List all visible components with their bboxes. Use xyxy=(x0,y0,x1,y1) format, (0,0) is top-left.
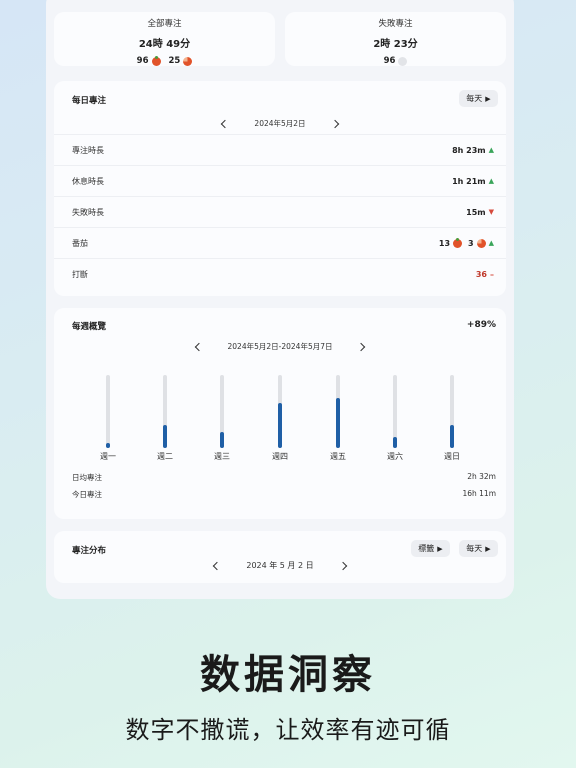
weekday-label: 週六 xyxy=(387,452,403,461)
daily-average-row: 日均專注 2h 32m xyxy=(72,472,496,483)
bar-fill xyxy=(220,432,224,448)
weekday-label: 週二 xyxy=(157,452,173,461)
failed-duration-value: 15m xyxy=(466,207,486,217)
tomato-icon xyxy=(151,55,161,66)
row-label: 專注時長 xyxy=(72,145,104,155)
interruptions-value: 36 xyxy=(475,269,487,279)
failed-focus-card: 失敗專注 2時 23分 96 xyxy=(285,12,506,66)
weekday-label: 週一 xyxy=(100,452,116,461)
promo-headline: 数据洞察 xyxy=(200,652,376,698)
today-focus-row: 今日專注 16h 11m xyxy=(72,489,496,500)
daily-period-button[interactable]: 每天 ▶ xyxy=(459,90,498,107)
partial-tomato-icon xyxy=(476,238,486,248)
weekday-label: 週四 xyxy=(272,452,288,461)
row-value: 13 3 ▲ xyxy=(438,237,494,248)
daily-average-value: 2h 32m xyxy=(467,472,496,481)
chevron-right-icon[interactable] xyxy=(357,342,366,351)
today-focus-label: 今日專注 xyxy=(72,490,102,499)
weekday-label: 週五 xyxy=(330,452,346,461)
bar-fill xyxy=(336,398,340,448)
failed-focus-counts: 96 xyxy=(285,56,506,66)
bar-fill xyxy=(450,425,454,448)
daily-date-nav: 2024年5月2日 xyxy=(54,118,506,129)
trend-up-icon: ▲ xyxy=(488,239,494,247)
failed-focus-title: 失敗專注 xyxy=(378,19,413,29)
row-failed-duration: 失敗時長 15m ▼ xyxy=(54,196,506,227)
bar-track xyxy=(393,375,397,448)
bar-fill xyxy=(163,425,167,448)
bar-track xyxy=(163,375,167,448)
row-tomatoes: 番茄 13 3 ▲ xyxy=(54,227,506,258)
bar-track xyxy=(220,375,224,448)
row-label: 失敗時長 xyxy=(72,207,104,217)
all-focus-counts: 96 25 xyxy=(54,55,275,66)
row-label: 打斷 xyxy=(72,269,88,279)
bar-track xyxy=(106,375,110,448)
weekly-date-range: 2024年5月2日-2024年5月7日 xyxy=(227,342,333,351)
all-focus-title: 全部專注 xyxy=(147,19,182,29)
focus-duration-value: 8h 23m xyxy=(452,145,486,155)
failed-focus-duration: 2時 23分 xyxy=(373,39,418,50)
all-focus-card: 全部專注 24時 49分 96 25 xyxy=(54,12,275,66)
daily-average-label: 日均專注 xyxy=(72,473,102,482)
tag-filter-button[interactable]: 標籤 ▶ xyxy=(411,540,450,557)
distribution-period-button[interactable]: 每天 ▶ xyxy=(459,540,498,557)
full-tomato-count: 96 xyxy=(136,56,149,66)
weekly-date-nav: 2024年5月2日-2024年5月7日 xyxy=(54,341,506,352)
full-tomato-value: 13 xyxy=(438,238,451,248)
row-label: 番茄 xyxy=(72,238,88,248)
chevron-right-icon[interactable] xyxy=(338,561,347,570)
tomato-icon xyxy=(453,237,463,248)
distribution-date: 2024 年 5 月 2 日 xyxy=(246,561,314,570)
stats-panel: 全部專注 24時 49分 96 25 失敗專注 2時 23分 96 每日專注 每… xyxy=(46,0,514,599)
daily-focus-title: 每日專注 xyxy=(72,96,107,106)
row-value: 1h 21m ▲ xyxy=(452,177,494,186)
focus-distribution-title: 專注分布 xyxy=(72,546,107,556)
chevron-left-icon[interactable] xyxy=(213,561,222,570)
bar-fill xyxy=(106,443,110,448)
partial-tomato-value: 3 xyxy=(468,238,474,248)
row-value: 15m ▼ xyxy=(466,208,494,217)
daily-date: 2024年5月2日 xyxy=(254,119,306,128)
play-icon: ▶ xyxy=(485,94,491,103)
row-break-duration: 休息時長 1h 21m ▲ xyxy=(54,165,506,196)
distribution-date-nav: 2024 年 5 月 2 日 xyxy=(54,560,506,571)
break-duration-value: 1h 21m xyxy=(452,176,486,186)
empty-tomato-icon xyxy=(398,56,408,66)
tag-filter-label: 標籤 xyxy=(418,544,435,553)
row-label: 休息時長 xyxy=(72,176,104,186)
distribution-period-label: 每天 xyxy=(466,544,483,553)
all-focus-duration: 24時 49分 xyxy=(138,39,191,50)
bar-fill xyxy=(278,403,282,448)
promo-subline: 数字不撒谎，让效率有迹可循 xyxy=(125,716,451,744)
play-icon: ▶ xyxy=(485,544,491,553)
today-focus-value: 16h 11m xyxy=(462,489,496,498)
play-icon: ▶ xyxy=(437,544,443,553)
bar-fill xyxy=(393,437,397,448)
trend-neutral-icon: – xyxy=(490,269,494,279)
bar-track xyxy=(336,375,340,448)
weekly-change: +89% xyxy=(466,320,496,330)
chevron-right-icon[interactable] xyxy=(330,119,339,128)
partial-tomato-icon xyxy=(183,56,193,66)
weekday-label: 週三 xyxy=(214,452,230,461)
partial-tomato-count: 25 xyxy=(168,56,181,66)
bar-track xyxy=(278,375,282,448)
row-interruptions: 打斷 36 – xyxy=(54,258,506,289)
failed-count: 96 xyxy=(383,56,396,66)
weekday-label: 週日 xyxy=(444,452,460,461)
row-focus-duration: 專注時長 8h 23m ▲ xyxy=(54,134,506,165)
trend-up-icon: ▲ xyxy=(488,146,494,154)
weekly-overview-title: 每週概覽 xyxy=(72,322,107,332)
daily-focus-card: 每日專注 每天 ▶ 2024年5月2日 專注時長 8h 23m ▲ 休息時長 1… xyxy=(54,81,506,296)
trend-down-icon: ▼ xyxy=(488,208,494,216)
daily-period-label: 每天 xyxy=(466,94,483,103)
row-value: 8h 23m ▲ xyxy=(452,146,494,155)
chevron-left-icon[interactable] xyxy=(194,342,203,351)
chevron-left-icon[interactable] xyxy=(221,119,230,128)
trend-up-icon: ▲ xyxy=(488,177,494,185)
focus-distribution-card: 專注分布 標籤 ▶ 每天 ▶ 2024 年 5 月 2 日 xyxy=(54,531,506,583)
row-value: 36 – xyxy=(476,270,494,279)
bar-track xyxy=(450,375,454,448)
